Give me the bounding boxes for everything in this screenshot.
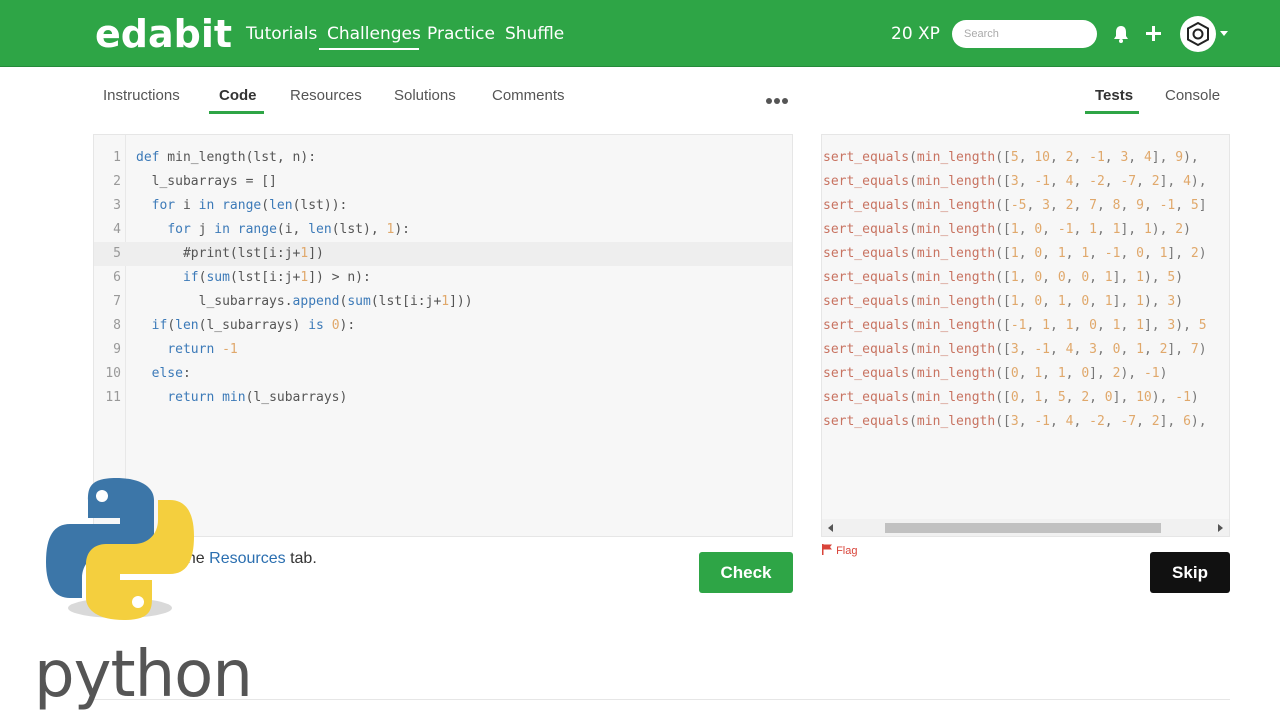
- xp-counter: 20 XP: [891, 24, 940, 44]
- test-case-line[interactable]: sert_equals(min_length([-5, 3, 2, 7, 8, …: [823, 194, 1207, 218]
- nav-tutorials[interactable]: Tutorials: [246, 24, 317, 44]
- edabit-logo[interactable]: edabit: [95, 12, 232, 56]
- tab-tests-underline: [1085, 111, 1139, 114]
- test-case-line[interactable]: sert_equals(min_length([1, 0, -1, 1, 1],…: [823, 218, 1191, 242]
- test-case-line[interactable]: sert_equals(min_length([1, 0, 1, 1, -1, …: [823, 242, 1207, 266]
- tab-console[interactable]: Console: [1165, 87, 1220, 104]
- code-line[interactable]: 5 #print(lst[i:j+1]): [94, 242, 792, 266]
- code-text[interactable]: #print(lst[i:j+1]): [136, 242, 324, 266]
- code-line[interactable]: 10 else:: [94, 362, 792, 386]
- line-number: 3: [113, 198, 121, 213]
- code-text[interactable]: def min_length(lst, n):: [136, 146, 316, 170]
- test-case-line[interactable]: sert_equals(min_length([3, -1, 4, 3, 0, …: [823, 338, 1207, 362]
- scrollbar-thumb[interactable]: [885, 523, 1161, 533]
- test-case-line[interactable]: sert_equals(min_length([0, 1, 1, 0], 2),…: [823, 362, 1167, 386]
- code-line[interactable]: 9 return -1: [94, 338, 792, 362]
- code-text[interactable]: l_subarrays = []: [136, 170, 277, 194]
- flag-label: Flag: [836, 545, 858, 557]
- tab-instructions[interactable]: Instructions: [103, 87, 180, 104]
- test-case-line[interactable]: sert_equals(min_length([5, 10, 2, -1, 3,…: [823, 146, 1199, 170]
- scroll-right-icon[interactable]: [1218, 524, 1223, 532]
- flag-button[interactable]: Flag: [822, 544, 857, 557]
- line-number: 2: [113, 174, 121, 189]
- code-text[interactable]: return min(l_subarrays): [136, 386, 347, 410]
- test-case-line[interactable]: sert_equals(min_length([1, 0, 1, 0, 1], …: [823, 290, 1183, 314]
- plus-icon[interactable]: [1146, 26, 1161, 46]
- hint-suffix: tab.: [285, 550, 317, 567]
- python-wordmark: python: [34, 638, 253, 712]
- tab-code[interactable]: Code: [219, 87, 257, 104]
- line-number: 7: [113, 294, 121, 309]
- line-number: 10: [105, 366, 121, 381]
- more-options-icon[interactable]: [765, 93, 789, 111]
- nav-shuffle[interactable]: Shuffle: [505, 24, 564, 44]
- tab-tests[interactable]: Tests: [1095, 87, 1133, 104]
- line-number: 8: [113, 318, 121, 333]
- skip-button[interactable]: Skip: [1150, 552, 1230, 593]
- tests-panel[interactable]: sert_equals(min_length([5, 10, 2, -1, 3,…: [821, 134, 1230, 537]
- line-number: 6: [113, 270, 121, 285]
- tab-comments[interactable]: Comments: [492, 87, 565, 104]
- bell-icon[interactable]: [1113, 25, 1129, 48]
- test-case-line[interactable]: sert_equals(min_length([3, -1, 4, -2, -7…: [823, 170, 1207, 194]
- nav-challenges[interactable]: Challenges: [327, 24, 421, 44]
- code-text[interactable]: else:: [136, 362, 191, 386]
- horizontal-scrollbar[interactable]: [822, 519, 1229, 536]
- code-text[interactable]: if(len(l_subarrays) is 0):: [136, 314, 356, 338]
- scroll-left-icon[interactable]: [828, 524, 833, 532]
- chevron-down-icon[interactable]: [1220, 31, 1228, 36]
- tab-resources[interactable]: Resources: [290, 87, 362, 104]
- code-line[interactable]: 11 return min(l_subarrays): [94, 386, 792, 410]
- line-number: 4: [113, 222, 121, 237]
- test-case-line[interactable]: sert_equals(min_length([-1, 1, 1, 0, 1, …: [823, 314, 1207, 338]
- code-text[interactable]: for i in range(len(lst)):: [136, 194, 348, 218]
- check-button[interactable]: Check: [699, 552, 793, 593]
- line-number: 9: [113, 342, 121, 357]
- line-number: 1: [113, 150, 121, 165]
- test-case-line[interactable]: sert_equals(min_length([1, 0, 0, 0, 1], …: [823, 266, 1183, 290]
- tab-solutions[interactable]: Solutions: [394, 87, 456, 104]
- avatar[interactable]: [1180, 16, 1216, 52]
- code-line[interactable]: 4 for j in range(i, len(lst), 1):: [94, 218, 792, 242]
- code-text[interactable]: l_subarrays.append(sum(lst[i:j+1])): [136, 290, 473, 314]
- line-number: 5: [113, 246, 121, 261]
- code-line[interactable]: 8 if(len(l_subarrays) is 0):: [94, 314, 792, 338]
- nav-active-indicator: [319, 48, 419, 50]
- code-text[interactable]: for j in range(i, len(lst), 1):: [136, 218, 410, 242]
- footer-divider: [93, 699, 1230, 700]
- code-line[interactable]: 3 for i in range(len(lst)):: [94, 194, 792, 218]
- test-case-line[interactable]: sert_equals(min_length([3, -1, 4, -2, -7…: [823, 410, 1207, 434]
- code-line[interactable]: 2 l_subarrays = []: [94, 170, 792, 194]
- python-logo-overlay: python: [30, 470, 253, 720]
- test-case-line[interactable]: sert_equals(min_length([0, 1, 5, 2, 0], …: [823, 386, 1199, 410]
- code-line[interactable]: 6 if(sum(lst[i:j+1]) > n):: [94, 266, 792, 290]
- top-navbar: edabit Tutorials Challenges Practice Shu…: [0, 0, 1280, 67]
- code-line[interactable]: 7 l_subarrays.append(sum(lst[i:j+1])): [94, 290, 792, 314]
- user-avatar-icon: [1187, 21, 1209, 47]
- code-text[interactable]: if(sum(lst[i:j+1]) > n):: [136, 266, 371, 290]
- flag-icon: [822, 544, 832, 555]
- code-text[interactable]: return -1: [136, 338, 237, 362]
- tab-active-underline: [209, 111, 264, 114]
- line-number: 11: [105, 390, 121, 405]
- search-input[interactable]: [952, 20, 1097, 48]
- code-line[interactable]: 1 def min_length(lst, n):: [94, 146, 792, 170]
- nav-practice[interactable]: Practice: [427, 24, 495, 44]
